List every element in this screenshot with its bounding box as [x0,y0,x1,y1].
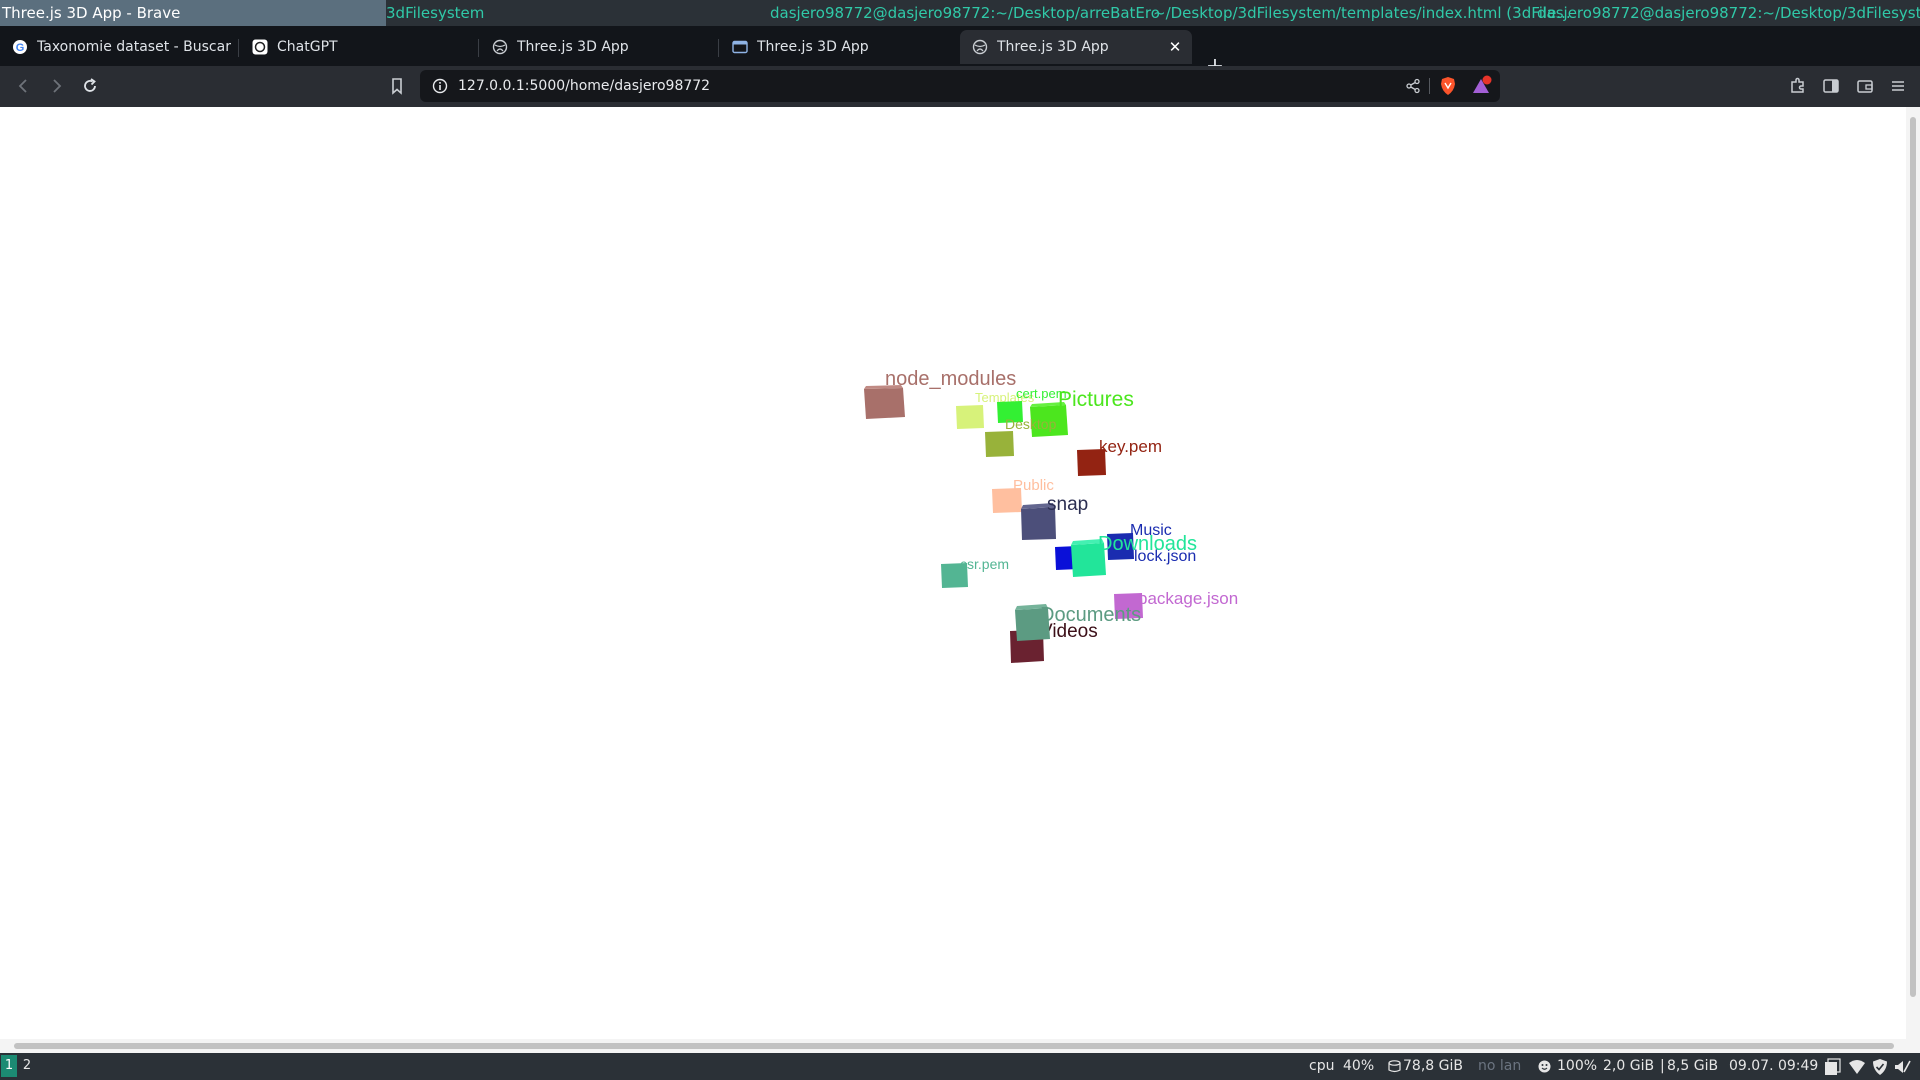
workspace-1[interactable]: 1 [1,1055,17,1077]
scrollbar-corner [1906,1039,1920,1053]
back-arrow-icon[interactable] [12,74,36,98]
bookmark-icon[interactable] [385,74,409,98]
window-title-bar: Three.js 3D App - Brave 3dFilesystem das… [0,0,1920,26]
address-bar[interactable]: 127.0.0.1:5000/home/dasjero98772 [420,70,1500,102]
scene-node[interactable]: csr.pem [941,556,1009,588]
scene-node[interactable]: snap [1021,494,1088,540]
tab-label: Taxonomie dataset - Buscar con Google [37,39,232,55]
page-viewport[interactable]: node_modules Templates cert.pem Pictures… [0,107,1906,1039]
scene-node[interactable]: key.pem [1077,437,1162,476]
disk-icon [1388,1060,1401,1073]
clock: 09.07. 09:49 [1729,1058,1819,1074]
tab-strip: G Taxonomie dataset - Buscar con Google … [0,26,1920,78]
node-label: package.json [1138,589,1238,608]
tab-divider [718,39,719,57]
memory-separator: | [1660,1058,1665,1074]
node-label: key.pem [1099,437,1162,456]
node-label: Public [1013,477,1054,494]
horizontal-scrollbar-thumb[interactable] [14,1043,1894,1049]
browser-toolbar: 127.0.0.1:5000/home/dasjero98772 [0,66,1920,107]
active-window-title[interactable]: Three.js 3D App - Brave [0,0,386,26]
node-label: Desktop [1005,416,1057,432]
window-title-editor-index[interactable]: ~/Desktop/3dFilesystem/templates/index.h… [1153,0,1571,26]
globe-icon [492,39,508,55]
globe-icon [972,39,988,55]
node-label: Pictures [1058,388,1134,411]
window-title-3dfilesystem[interactable]: 3dFilesystem [386,0,484,26]
window-title-terminal-3dfilesystem[interactable]: dasjero98772@dasjero98772:~/Desktop/3dFi… [1537,0,1920,26]
tab-divider [238,39,239,57]
tab-label: ChatGPT [277,39,338,55]
tab-threejs-1[interactable]: Three.js 3D App [480,30,718,64]
scene-node[interactable]: Desktop [985,416,1057,457]
wallet-icon[interactable] [1853,74,1877,98]
system-status-bar: 1 2 cpu 40% 78,8 GiB no lan 100% 2,0 GiB… [0,1053,1920,1080]
window-icon [732,39,748,55]
wifi-tray-icon[interactable] [1848,1058,1866,1076]
cpu-label: cpu [1309,1058,1335,1074]
svg-text:G: G [16,42,25,54]
tab-label: Three.js 3D App [517,39,629,55]
battery-icon [1538,1060,1551,1073]
sidebar-toggle-icon[interactable] [1819,74,1843,98]
node-label: Documents [1040,604,1141,626]
battery-level: 100% [1557,1058,1598,1074]
extensions-puzzle-icon[interactable] [1786,74,1810,98]
google-icon: G [12,39,28,55]
reload-icon[interactable] [78,74,102,98]
node-label: snap [1047,494,1088,515]
vertical-scrollbar-thumb[interactable] [1910,117,1916,997]
brave-rewards-icon[interactable] [1470,74,1494,98]
shield-tray-icon[interactable] [1871,1058,1889,1076]
vertical-scrollbar[interactable] [1906,107,1920,1039]
clipboard-tray-icon[interactable] [1823,1058,1841,1076]
forward-arrow-icon[interactable] [44,74,68,98]
site-info-icon[interactable] [428,74,452,98]
url-text[interactable]: 127.0.0.1:5000/home/dasjero98772 [458,70,710,102]
brave-shields-icon[interactable] [1436,74,1460,98]
window-title-terminal-arrebatero[interactable]: dasjero98772@dasjero98772:~/Desktop/arre… [770,0,1160,26]
network-status: no lan [1478,1058,1522,1074]
tab-google-search[interactable]: G Taxonomie dataset - Buscar con Google [0,30,232,64]
tab-threejs-2[interactable]: Three.js 3D App [720,30,958,64]
volume-muted-tray-icon[interactable] [1893,1058,1911,1076]
disk-free: 78,8 GiB [1403,1058,1463,1074]
tab-chatgpt[interactable]: ChatGPT [240,30,478,64]
tab-label: Three.js 3D App [997,39,1109,55]
threejs-canvas[interactable]: node_modules Templates cert.pem Pictures… [0,107,1906,1039]
memory-used: 2,0 GiB [1603,1058,1655,1074]
menu-hamburger-icon[interactable] [1886,74,1910,98]
chatgpt-icon [252,39,268,55]
close-tab-icon[interactable]: ✕ [1166,38,1184,56]
tab-label: Three.js 3D App [757,39,869,55]
cpu-value: 40% [1343,1058,1375,1074]
horizontal-scrollbar[interactable] [0,1039,1906,1053]
address-bar-divider [1429,78,1430,94]
share-icon[interactable] [1401,74,1425,98]
workspace-2[interactable]: 2 [19,1055,35,1077]
tab-divider [478,39,479,57]
tab-threejs-3-active[interactable]: Three.js 3D App ✕ [960,30,1192,64]
node-label: node_modules [885,368,1016,390]
node-label: Downloads [1098,533,1197,555]
node-label: csr.pem [960,556,1009,572]
memory-total: 8,5 GiB [1667,1058,1719,1074]
